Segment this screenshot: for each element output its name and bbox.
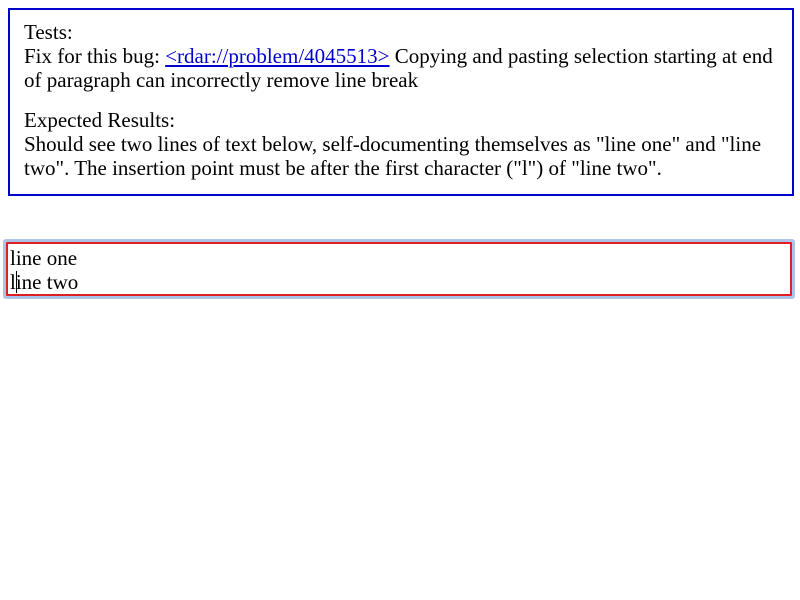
editable-text-region[interactable]: line one line two xyxy=(6,242,792,296)
test-description-box: Tests: Fix for this bug: <rdar://problem… xyxy=(8,8,794,196)
expected-heading: Expected Results: xyxy=(24,108,176,132)
editable-line-one[interactable]: line one xyxy=(10,246,790,270)
line-two-rest: ine two xyxy=(15,270,79,294)
expected-text: Should see two lines of text below, self… xyxy=(24,132,762,180)
editable-line-two[interactable]: line two xyxy=(10,270,790,294)
bug-link[interactable]: <rdar://problem/4045513> xyxy=(165,44,389,68)
tests-heading: Tests: xyxy=(24,20,73,44)
bug-summary: Fix for this bug: <rdar://problem/404551… xyxy=(24,44,778,92)
bug-prefix: Fix for this bug: xyxy=(24,44,166,68)
